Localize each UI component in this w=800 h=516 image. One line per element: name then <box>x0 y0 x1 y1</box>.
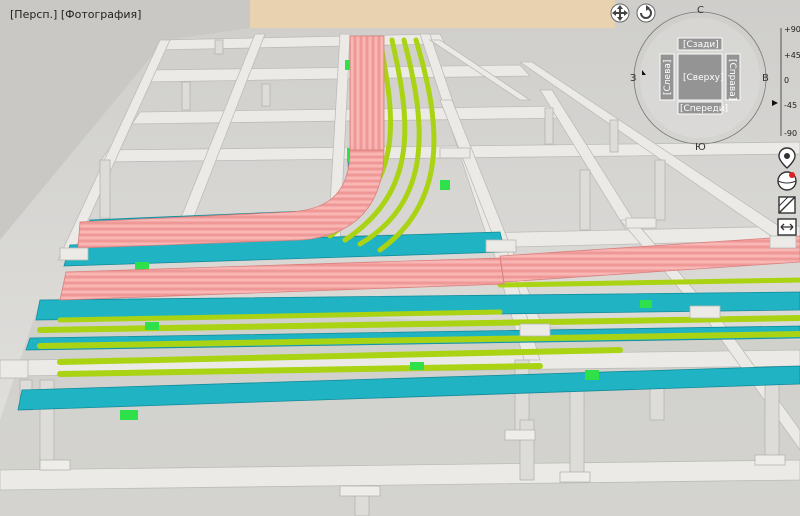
pan-icon[interactable] <box>610 3 630 23</box>
wall-beige <box>250 0 615 28</box>
viewport-mode-label[interactable]: [Персп.] <box>10 8 57 21</box>
svg-text:0: 0 <box>784 76 789 85</box>
walk-icon[interactable] <box>776 217 798 237</box>
svg-text:[Справа]: [Справа] <box>727 59 737 100</box>
orbit-icon[interactable] <box>636 3 656 23</box>
compass-west: З <box>630 73 636 84</box>
svg-text:+90: +90 <box>784 25 800 34</box>
compass-south: Ю <box>695 142 706 153</box>
svg-text:+45: +45 <box>784 51 800 60</box>
location-pin-icon[interactable] <box>776 146 798 170</box>
svg-text:-45: -45 <box>784 101 797 110</box>
svg-text:[Сверху]: [Сверху] <box>683 73 724 83</box>
3d-viewport[interactable]: С Ю В З [Сзади] [Слева] [Сверху] [Справа… <box>0 0 800 516</box>
look-around-icon[interactable] <box>776 170 798 192</box>
svg-text:[Сзади]: [Сзади] <box>683 40 719 50</box>
scene-render[interactable]: С Ю В З [Сзади] [Слева] [Сверху] [Справа… <box>0 0 800 516</box>
viewport-style-label[interactable]: [Фотография] <box>61 8 142 21</box>
svg-text:[Спереди]: [Спереди] <box>680 104 728 114</box>
compass-north: С <box>697 5 704 16</box>
compass-east: В <box>762 73 769 84</box>
section-box-icon[interactable] <box>776 194 798 216</box>
svg-text:-90: -90 <box>784 129 797 138</box>
viewport-label: [Персп.] [Фотография] <box>10 8 141 21</box>
svg-text:[Слева]: [Слева] <box>663 60 673 95</box>
